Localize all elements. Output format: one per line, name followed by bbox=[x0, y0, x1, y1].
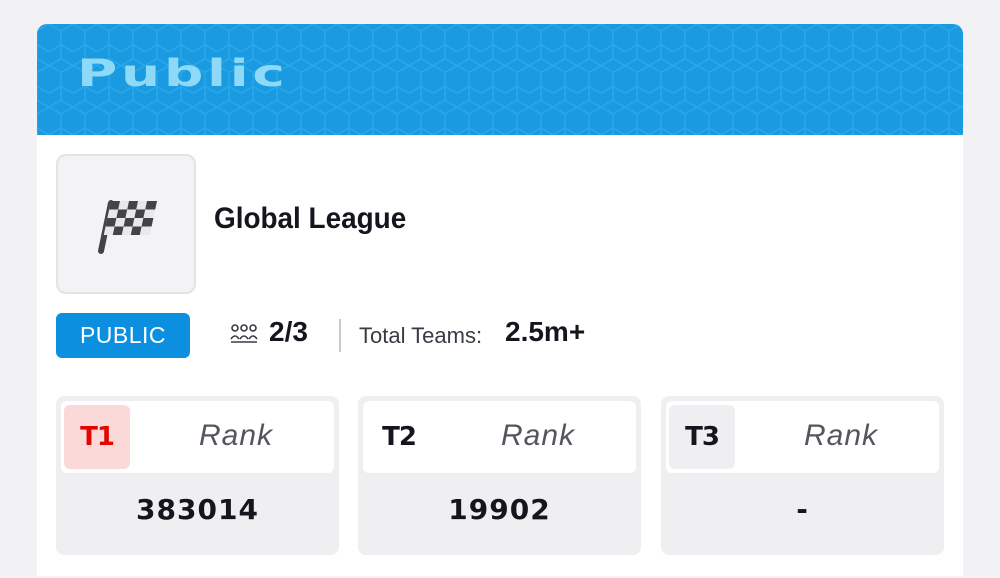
rank-value: - bbox=[796, 493, 809, 526]
banner-title: Public bbox=[77, 52, 289, 96]
rank-label: Rank bbox=[198, 419, 274, 452]
team-rank-header: T3 Rank bbox=[666, 401, 939, 473]
members-icon bbox=[230, 324, 258, 343]
league-name[interactable]: Global League bbox=[214, 202, 406, 236]
checkered-flag-icon bbox=[98, 200, 157, 254]
team-tag-t3: T3 bbox=[669, 405, 735, 469]
team-rank-card-t2[interactable]: T2 Rank 19902 bbox=[358, 396, 641, 555]
total-teams-label: Total Teams: bbox=[359, 323, 483, 348]
rank-value: 19902 bbox=[448, 493, 551, 526]
team-rank-header: T1 Rank bbox=[61, 401, 334, 473]
rank-label: Rank bbox=[500, 419, 576, 452]
total-teams-value: 2.5m+ bbox=[505, 316, 586, 347]
league-card[interactable]: Public Global League PUBLIC 2/3 Total Te… bbox=[37, 24, 963, 576]
league-type-banner: Public bbox=[37, 24, 963, 135]
team-tag-t2: T2 bbox=[366, 405, 432, 469]
team-rank-card-t1[interactable]: T1 Rank 383014 bbox=[56, 396, 339, 555]
rank-label: Rank bbox=[803, 419, 879, 452]
stats-divider bbox=[339, 319, 341, 352]
team-rank-card-t3[interactable]: T3 Rank - bbox=[661, 396, 944, 555]
rank-value: 383014 bbox=[136, 493, 259, 526]
members-count: 2/3 bbox=[269, 316, 308, 347]
league-icon-tile bbox=[56, 154, 196, 294]
public-badge: PUBLIC bbox=[56, 313, 190, 358]
team-tag-t1: T1 bbox=[64, 405, 130, 469]
team-rank-header: T2 Rank bbox=[363, 401, 636, 473]
